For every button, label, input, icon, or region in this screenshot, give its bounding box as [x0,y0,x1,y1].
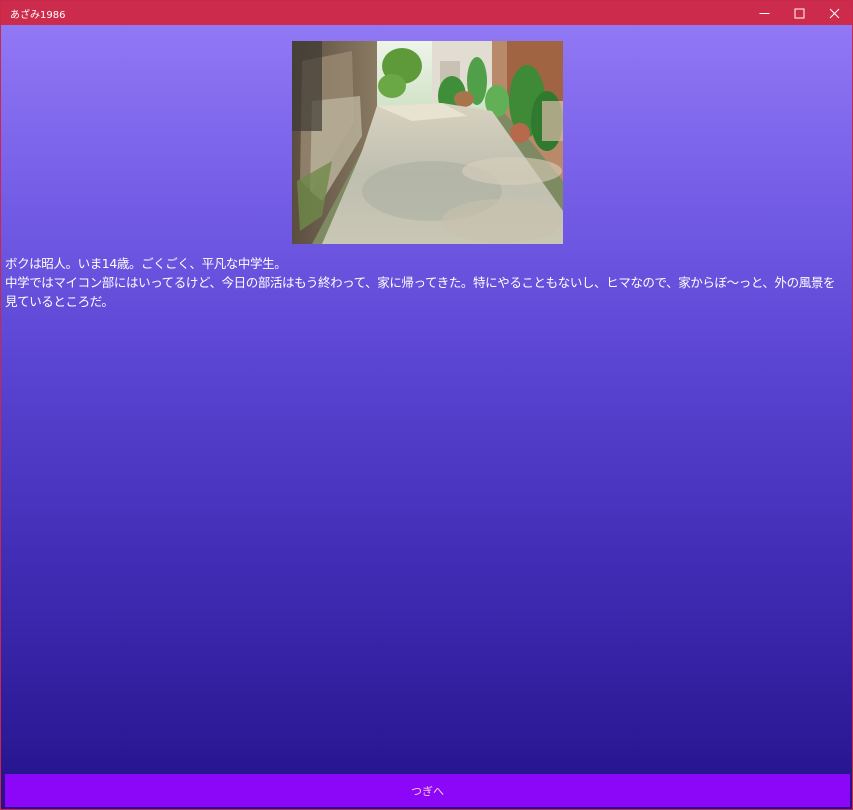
minimize-icon [759,12,770,14]
maximize-icon [794,8,805,18]
window-title: あざみ1986 [10,9,66,21]
story-line: 中学ではマイコン部にはいってるけど、今日の部活はもう終わって、家に帰ってきた。特… [5,275,836,309]
story-text: ボクは昭人。いま14歳。ごくごく、平凡な中学生。 中学ではマイコン部にはいってる… [5,254,847,311]
minimize-button[interactable] [747,1,782,25]
story-line: ボクは昭人。いま14歳。ごくごく、平凡な中学生。 [5,256,287,271]
close-button[interactable] [817,1,852,25]
next-button[interactable]: つぎへ [5,774,850,807]
app-window: あざみ1986 ボクは昭人。いま14歳。ごくごく、平凡な中学生。 中学ではマイコ… [0,0,853,810]
title-bar[interactable]: あざみ1986 [1,1,852,25]
maximize-button[interactable] [782,1,817,25]
alley-scene-image [292,41,563,244]
close-icon [829,8,840,18]
alley-photo [292,41,563,244]
